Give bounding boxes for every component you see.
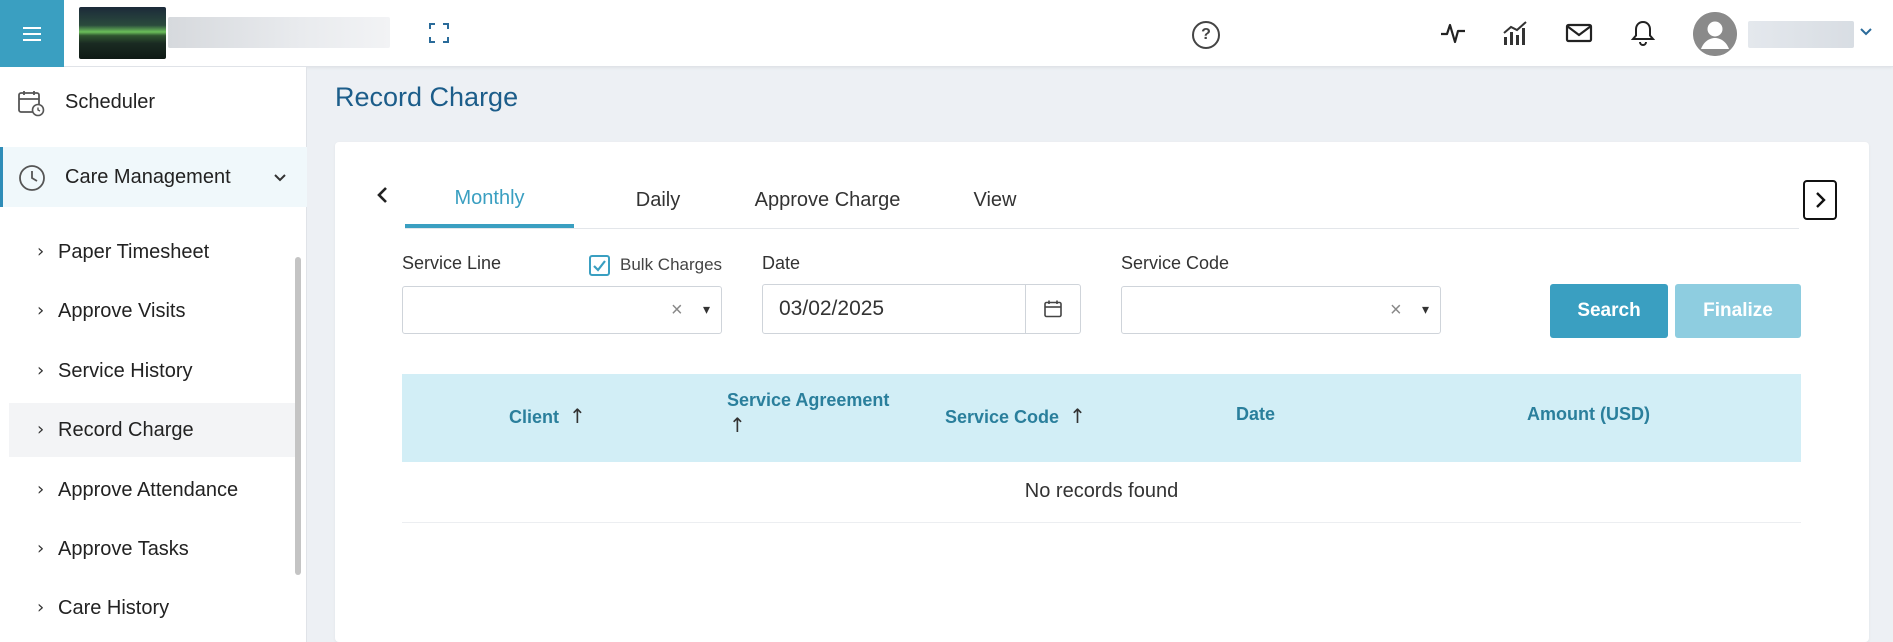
bulk-charges-label: Bulk Charges (620, 255, 723, 274)
sidebar-item-label: Care Management (65, 166, 231, 188)
service-line-label: Service Line (402, 253, 502, 273)
check-icon (593, 260, 606, 272)
column-header-label: Service Code (945, 407, 1060, 427)
tab-approve-charge[interactable]: Approve Charge (740, 172, 915, 228)
sidebar-item-service-history[interactable]: › Service History (9, 344, 297, 398)
tab-daily[interactable]: Daily (608, 172, 708, 228)
sidebar-item-paper-timesheet[interactable]: › Paper Timesheet (9, 225, 297, 279)
calendar-clock-icon (18, 91, 45, 117)
bulk-charges-checkbox[interactable] (589, 255, 610, 276)
chevron-right-icon: › (37, 360, 45, 381)
search-button[interactable]: Search (1550, 284, 1668, 338)
bell-icon[interactable] (1628, 18, 1658, 48)
service-line-select[interactable]: × ▾ (402, 286, 722, 334)
sidebar-item-label: Care History (58, 597, 170, 619)
chevron-right-icon: › (37, 479, 45, 500)
sidebar-item-care-management[interactable]: Care Management (0, 147, 307, 207)
company-name-redacted (168, 17, 390, 48)
chevron-down-icon[interactable] (1858, 24, 1874, 40)
column-header-amount[interactable]: Amount (USD) (1527, 404, 1650, 425)
tab-view[interactable]: View (955, 172, 1035, 228)
column-header-client[interactable]: Client ↑ (509, 404, 586, 428)
caret-down-icon: ▾ (1422, 301, 1430, 317)
tab-scroll-next-button[interactable] (1803, 180, 1837, 220)
chevron-down-icon[interactable] (271, 169, 289, 187)
column-header-date[interactable]: Date (1236, 404, 1275, 425)
sidebar-item-label: Scheduler (65, 91, 156, 113)
clear-icon[interactable]: × (1390, 299, 1402, 322)
mail-icon[interactable] (1564, 18, 1594, 48)
username-redacted (1748, 21, 1854, 48)
sidebar-item-label: Paper Timesheet (58, 241, 210, 263)
chevron-right-icon: › (37, 300, 45, 321)
tab-monthly[interactable]: Monthly (405, 172, 574, 228)
sidebar-item-label: Approve Tasks (58, 538, 189, 560)
service-code-select[interactable]: × ▾ (1121, 286, 1441, 334)
calendar-picker-button[interactable] (1025, 284, 1081, 334)
bar-chart-icon[interactable] (1500, 18, 1530, 48)
sidebar-item-label: Approve Attendance (58, 479, 239, 501)
date-input[interactable] (762, 284, 1026, 334)
chevron-right-icon: › (37, 241, 45, 262)
sort-ascending-icon[interactable]: ↑ (1069, 404, 1086, 428)
sidebar-item-label: Service History (58, 360, 193, 382)
clear-icon[interactable]: × (671, 299, 683, 322)
chevron-right-icon: › (37, 419, 45, 440)
finalize-button[interactable]: Finalize (1675, 284, 1801, 338)
service-code-label: Service Code (1121, 253, 1230, 273)
chevron-right-icon (1816, 192, 1826, 208)
column-header-label: Client (509, 407, 560, 427)
clock-icon (19, 165, 45, 191)
sidebar-item-approve-visits[interactable]: › Approve Visits (9, 284, 297, 338)
sidebar-item-approve-attendance[interactable]: › Approve Attendance (9, 463, 297, 517)
sidebar-item-label: Record Charge (58, 419, 194, 441)
sidebar-item-label: Approve Visits (58, 300, 186, 322)
hamburger-menu-icon[interactable] (0, 0, 64, 67)
user-avatar-icon[interactable] (1693, 12, 1737, 56)
column-header-label: Service Agreement (727, 390, 890, 410)
fullscreen-expand-icon[interactable] (428, 22, 450, 44)
company-logo (79, 7, 166, 59)
page-title: Record Charge (335, 82, 519, 112)
date-label: Date (762, 253, 801, 273)
sidebar: Scheduler Care Management › Paper Timesh… (0, 67, 307, 642)
caret-down-icon: ▾ (703, 301, 711, 317)
tabs-divider (405, 228, 1799, 229)
column-header-service-agreement[interactable]: Service Agreement ↑ (727, 390, 917, 437)
sidebar-item-scheduler[interactable]: Scheduler (0, 75, 307, 131)
top-bar: ? (0, 0, 1893, 67)
sidebar-item-record-charge[interactable]: › Record Charge (9, 403, 297, 457)
sort-ascending-icon[interactable]: ↑ (729, 413, 917, 437)
help-icon[interactable]: ? (1192, 21, 1220, 49)
sidebar-item-approve-tasks[interactable]: › Approve Tasks (9, 522, 297, 576)
sort-ascending-icon[interactable]: ↑ (569, 404, 586, 428)
chevron-left-icon[interactable] (373, 182, 393, 208)
sidebar-scrollbar[interactable] (295, 257, 301, 575)
empty-state-message: No records found (1024, 480, 1179, 502)
chevron-right-icon: › (37, 538, 45, 559)
activity-pulse-icon[interactable] (1438, 18, 1468, 48)
column-header-service-code[interactable]: Service Code ↑ (945, 404, 1086, 428)
table-row-divider (402, 522, 1801, 523)
calendar-icon (1044, 300, 1062, 318)
sidebar-item-care-history[interactable]: › Care History (9, 581, 297, 635)
chevron-right-icon: › (37, 597, 45, 618)
